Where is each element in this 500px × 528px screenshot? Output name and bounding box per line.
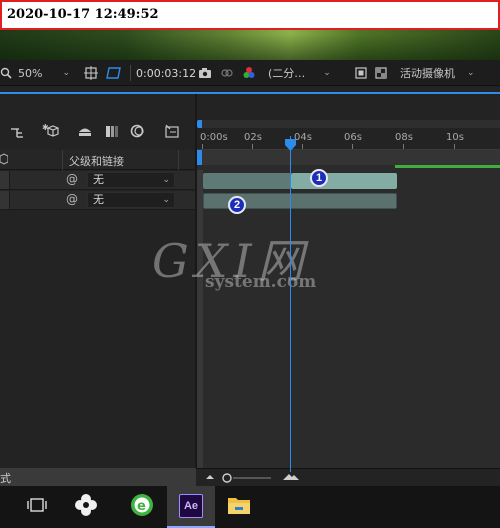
fast-previews-icon[interactable] (355, 60, 371, 86)
time-ruler[interactable]: 0:00s 02s 04s 06s 08s 10s (197, 128, 500, 150)
layer-row[interactable]: @ 无 ⌄ (0, 191, 196, 210)
folder-icon (227, 495, 251, 519)
comp-flowchart-icon[interactable] (164, 123, 180, 142)
timeline-left-gutter (197, 170, 203, 468)
taskbar-app-file-explorer[interactable] (215, 486, 263, 528)
column-divider (62, 150, 63, 170)
tick-mark (352, 144, 353, 149)
chevron-down-icon: ⌄ (162, 195, 170, 205)
parent-link-column-title[interactable]: 父级和链接 (69, 153, 124, 169)
parent-dropdown[interactable]: 无 ⌄ (87, 192, 175, 208)
parent-dropdown-value: 无 (93, 193, 104, 206)
tick-label: 02s (244, 132, 262, 143)
layer-row[interactable]: @ 无 ⌄ (0, 171, 196, 190)
camera-view-value: 活动摄像机 (400, 67, 455, 80)
watermark-domain: system.com (205, 272, 317, 292)
color-channels-icon[interactable] (242, 60, 260, 86)
screen: 2020-10-17 12:49:52 50% ⌄ 0:00:03:12 (二分… (0, 0, 500, 528)
svg-text:e: e (137, 499, 146, 514)
render-cache-indicator (395, 165, 500, 168)
parent-dropdown-value: 无 (93, 173, 104, 186)
chevron-down-icon: ⌄ (162, 175, 170, 185)
browser-e-icon: e (130, 493, 154, 521)
svg-text:✱: ✱ (42, 123, 49, 132)
layer-label-swatch (0, 171, 10, 189)
step-badge: 2 (228, 196, 246, 214)
shy-layers-icon[interactable] (10, 124, 24, 143)
task-view-icon (26, 497, 48, 517)
magnifier-icon[interactable] (0, 60, 14, 86)
task-view-button[interactable] (13, 486, 61, 528)
resolution-value: (二分… (268, 67, 306, 80)
current-time-indicator-line[interactable] (290, 136, 291, 472)
show-snapshot-icon[interactable] (220, 60, 236, 86)
chevron-down-icon: ⌄ (323, 68, 331, 78)
tick-label: 04s (294, 132, 312, 143)
windows-taskbar: e Ae (0, 486, 500, 528)
tick-mark (454, 144, 455, 149)
work-area-bar[interactable] (197, 150, 500, 165)
cube-icon (0, 153, 9, 168)
time-navigator[interactable] (197, 120, 500, 128)
pick-whip-icon[interactable]: @ (66, 172, 78, 186)
zoom-dropdown[interactable]: 50% ⌄ (18, 60, 78, 86)
transparency-grid-icon[interactable] (375, 60, 391, 86)
step-badge: 1 (310, 169, 328, 187)
tick-label: 0:00s (200, 132, 228, 143)
work-area-start-handle[interactable] (197, 150, 202, 165)
tick-mark (202, 144, 203, 149)
taskbar-app-pinwheel[interactable] (62, 486, 110, 528)
tick-mark (252, 144, 253, 149)
tick-label: 08s (395, 132, 413, 143)
toolbar-separator (130, 65, 131, 81)
parent-dropdown[interactable]: 无 ⌄ (87, 172, 175, 188)
frame-blending-icon[interactable] (77, 123, 93, 142)
draft-3d-icon[interactable]: ✱ (42, 122, 60, 142)
zoom-value: 50% (18, 66, 43, 80)
camera-view-dropdown[interactable]: 活动摄像机 ⌄ (400, 60, 496, 86)
pinwheel-icon (74, 493, 98, 521)
taskbar-app-after-effects[interactable]: Ae (167, 486, 215, 528)
tick-label: 06s (344, 132, 362, 143)
zoom-slider-handle[interactable] (221, 472, 233, 487)
zoom-out-mountain-icon[interactable] (204, 471, 216, 484)
time-navigator-start-handle[interactable] (197, 120, 202, 128)
taskbar-app-360-browser[interactable]: e (118, 486, 166, 528)
tick-mark (403, 144, 404, 149)
layer-bar-1-selected[interactable] (291, 173, 397, 189)
tick-mark (302, 144, 303, 149)
layer-column-header: 父级和链接 (0, 150, 196, 170)
composition-toolbar: 50% ⌄ 0:00:03:12 (二分… ⌄ 活动摄像机 ⌄ (0, 60, 500, 86)
after-effects-icon: Ae (179, 494, 203, 518)
layer-bar-1-duration[interactable] (203, 173, 291, 189)
chevron-down-icon: ⌄ (467, 68, 475, 78)
camera-snapshot-icon[interactable] (198, 60, 214, 86)
motion-blur-icon[interactable] (104, 123, 120, 142)
column-divider (178, 150, 179, 170)
timestamp-overlay: 2020-10-17 12:49:52 (0, 0, 500, 30)
timestamp-text: 2020-10-17 12:49:52 (7, 7, 159, 22)
zoom-in-mountain-icon[interactable] (282, 471, 300, 484)
modes-label: 式 (0, 472, 11, 485)
graph-editor-icon[interactable] (130, 123, 146, 142)
zoom-slider-track[interactable] (233, 477, 271, 479)
layer-label-swatch (0, 191, 10, 209)
tick-label: 10s (446, 132, 464, 143)
toggle-switches-modes-bar[interactable]: 式 (0, 468, 196, 486)
current-time-indicator-head[interactable] (285, 136, 296, 151)
pick-whip-icon[interactable]: @ (66, 192, 78, 206)
after-effects-label: Ae (183, 500, 199, 512)
resolution-dropdown[interactable]: (二分… ⌄ (268, 60, 348, 86)
grid-guides-icon[interactable] (84, 60, 102, 86)
chevron-down-icon: ⌄ (62, 68, 70, 78)
timecode-display[interactable]: 0:00:03:12 (136, 60, 196, 86)
region-of-interest-icon[interactable] (106, 60, 126, 86)
